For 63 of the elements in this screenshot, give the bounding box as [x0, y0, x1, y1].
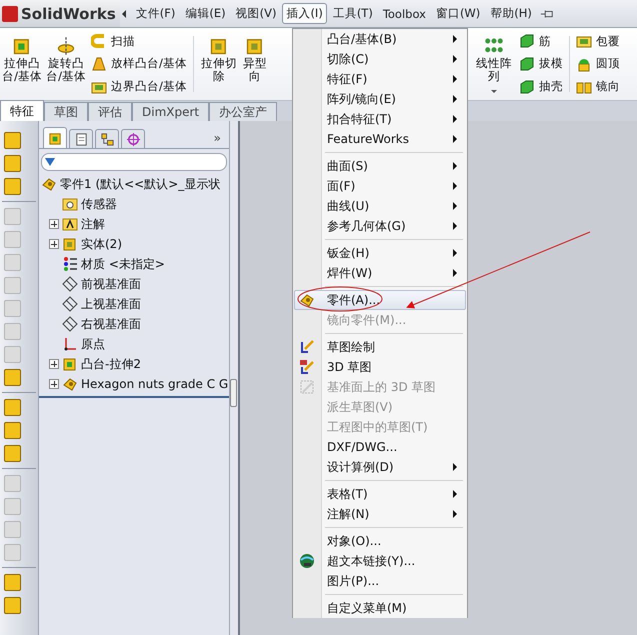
menu-entry[interactable]: 3D 草图	[294, 357, 466, 377]
tab[interactable]: DimXpert	[132, 102, 210, 121]
tab[interactable]: 特征	[0, 100, 44, 121]
tree-item[interactable]: 上视基准面	[81, 296, 141, 312]
tree-item[interactable]: 注解	[81, 216, 105, 232]
ribbon-button[interactable]: 筋	[518, 32, 564, 50]
menu-entry[interactable]: 凸台/基体(B)	[294, 29, 466, 49]
menu-item[interactable]: 编辑(E)	[181, 3, 230, 24]
menu-item[interactable]: 帮助(H)	[486, 3, 536, 24]
menu-entry[interactable]: 曲面(S)	[294, 156, 466, 176]
tree-item[interactable]: Hexagon nuts grade C G	[81, 377, 228, 391]
menu-entry[interactable]: 草图绘制	[294, 337, 466, 357]
menu-entry[interactable]: 零件(A)...	[294, 290, 466, 310]
menu-entry[interactable]: 对象(O)...	[294, 531, 466, 551]
tab[interactable]: 草图	[44, 102, 88, 121]
menu-entry[interactable]: 焊件(W)	[294, 263, 466, 283]
tree-item[interactable]: 右视基准面	[81, 316, 141, 332]
ribbon-button[interactable]: 包覆	[575, 32, 621, 50]
menu-entry[interactable]: FeatureWorks	[294, 129, 466, 149]
menu-entry[interactable]: 设计算例(D)	[294, 457, 466, 477]
menu-entry[interactable]: 面(F)	[294, 176, 466, 196]
more-button[interactable]: »	[210, 131, 225, 148]
ribbon-button[interactable]: 拉伸凸台/基体	[0, 30, 44, 98]
menu-entry[interactable]: 曲线(U)	[294, 196, 466, 216]
ribbon-button[interactable]: 拉伸切除	[196, 30, 241, 98]
menu-entry[interactable]: 阵列/镜向(E)	[294, 89, 466, 109]
tab[interactable]: 评估	[88, 102, 132, 121]
ribbon-button[interactable]: 异型向	[240, 30, 269, 98]
tree-item[interactable]: 实体(2)	[81, 236, 122, 252]
app-name: SolidWorks	[21, 4, 116, 22]
menu-entry[interactable]: 切除(C)	[294, 49, 466, 69]
menu-entry[interactable]: 特征(F)	[294, 69, 466, 89]
tree-item[interactable]: 凸台-拉伸2	[81, 356, 141, 372]
ribbon-button[interactable]: 镜向	[575, 78, 621, 96]
ribbon-button[interactable]: 拔模	[518, 54, 564, 73]
ribbon-button[interactable]: 抽壳	[518, 78, 564, 96]
menu-entry[interactable]: 表格(T)	[294, 484, 466, 504]
menu-item[interactable]: 插入(I)	[282, 3, 327, 24]
tree-item[interactable]: 前视基准面	[81, 276, 141, 292]
ribbon-button[interactable]: 圆顶	[575, 54, 621, 73]
tab[interactable]: 办公室产	[209, 102, 278, 121]
tree-item[interactable]: 零件1 (默认<<默认>_显示状	[60, 176, 220, 192]
menu-entry[interactable]: 钣金(H)	[294, 243, 466, 263]
menu-item[interactable]: 视图(V)	[232, 3, 280, 24]
menu-entry[interactable]: 注解(N)	[294, 504, 466, 524]
menu-item[interactable]: Toolbox	[378, 4, 430, 24]
ribbon-button[interactable]: 扫描	[90, 32, 188, 50]
menu-item[interactable]: 工具(T)	[328, 3, 377, 24]
menu-entry[interactable]: 自定义菜单(M)	[294, 598, 466, 618]
menu-entry[interactable]: 扣合特征(T)	[294, 109, 466, 129]
ribbon-button[interactable]: 放样凸台/基体	[90, 54, 188, 73]
ribbon-button[interactable]: 线性阵列	[472, 30, 516, 98]
menu-item[interactable]: 文件(F)	[132, 3, 180, 24]
menu-entry[interactable]: 超文本链接(Y)...	[294, 551, 466, 571]
menu-item[interactable]: 窗口(W)	[432, 3, 484, 24]
ribbon-button[interactable]: 边界凸台/基体	[90, 78, 188, 96]
tree-item[interactable]: 原点	[81, 336, 105, 352]
ribbon-button[interactable]: 旋转凸台/基体	[44, 30, 88, 98]
menu-entry[interactable]: 参考几何体(G)	[294, 216, 466, 236]
tree-item[interactable]: 材质 <未指定>	[81, 256, 165, 272]
menu-entry[interactable]: DXF/DWG...	[294, 437, 466, 457]
menu-entry[interactable]: 图片(P)...	[294, 571, 466, 591]
tree-item[interactable]: 传感器	[81, 196, 117, 212]
